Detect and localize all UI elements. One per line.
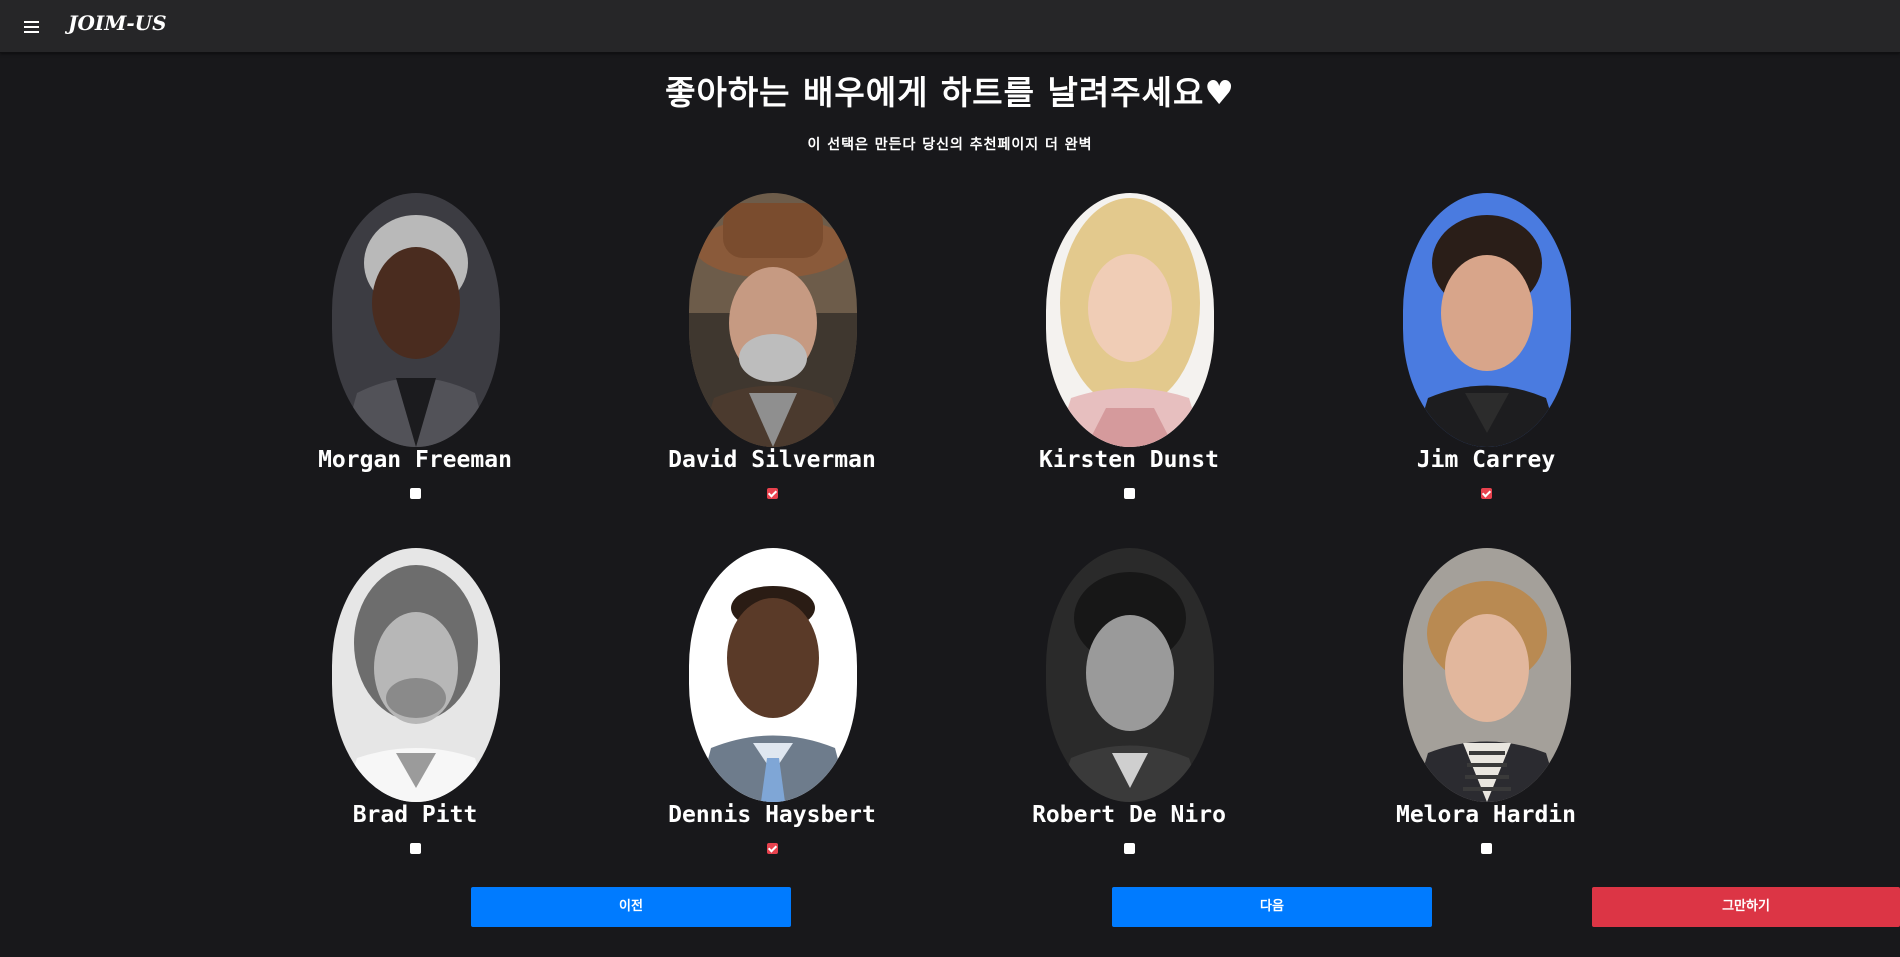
like-checkbox[interactable]	[410, 488, 421, 499]
quit-button[interactable]: 그만하기	[1592, 887, 1900, 927]
like-checkbox[interactable]	[1481, 843, 1492, 854]
actor-photo	[332, 548, 500, 802]
actor-photo	[689, 193, 857, 447]
actor-name: Dennis Haysbert	[668, 802, 876, 828]
actor-card: Dennis Haysbert	[647, 548, 897, 858]
actor-name: David Silverman	[668, 447, 876, 473]
actor-name: Kirsten Dunst	[1038, 447, 1219, 473]
like-checkbox[interactable]	[1124, 488, 1135, 499]
portrait-image	[1046, 193, 1214, 447]
page-title: 좋아하는 배우에게 하트를 날려주세요♥	[665, 73, 1235, 112]
actor-name: Robert De Niro	[1032, 802, 1226, 828]
portrait-image	[1403, 548, 1571, 802]
actor-photo	[1046, 193, 1214, 447]
like-checkbox[interactable]	[410, 843, 421, 854]
next-button[interactable]: 다음	[1112, 887, 1432, 927]
brand-logo[interactable]: JOIM-US	[68, 11, 167, 35]
actor-photo	[1046, 548, 1214, 802]
like-checkbox[interactable]	[1124, 843, 1135, 854]
actor-card: Kirsten Dunst	[1004, 193, 1254, 503]
actor-card: Robert De Niro	[1004, 548, 1254, 858]
actor-name: Brad Pitt	[352, 802, 478, 828]
like-checkbox[interactable]	[767, 488, 778, 499]
actor-name: Melora Hardin	[1395, 802, 1576, 828]
actor-card: Morgan Freeman	[290, 193, 540, 503]
portrait-image	[1046, 548, 1214, 802]
portrait-image	[689, 193, 857, 447]
actor-name: Morgan Freeman	[318, 447, 512, 473]
prev-button[interactable]: 이전	[471, 887, 791, 927]
page-subtitle: 이 선택은 만든다 당신의 추천페이지 더 완벽	[807, 137, 1093, 153]
like-checkbox[interactable]	[1481, 488, 1492, 499]
menu-line	[24, 21, 39, 23]
top-navbar: JOIM-US	[0, 0, 1900, 53]
menu-line	[24, 26, 39, 28]
menu-line	[24, 31, 39, 33]
portrait-image	[332, 193, 500, 447]
actor-card: David Silverman	[647, 193, 897, 503]
portrait-image	[689, 548, 857, 802]
hamburger-menu-icon[interactable]	[22, 17, 42, 35]
actor-photo	[1403, 193, 1571, 447]
portrait-image	[332, 548, 500, 802]
actor-photo	[332, 193, 500, 447]
actor-card: Melora Hardin	[1361, 548, 1611, 858]
actor-card: Jim Carrey	[1361, 193, 1611, 503]
actor-card: Brad Pitt	[290, 548, 540, 858]
like-checkbox[interactable]	[767, 843, 778, 854]
actor-photo	[1403, 548, 1571, 802]
actor-photo	[689, 548, 857, 802]
actor-name: Jim Carrey	[1416, 447, 1556, 473]
portrait-image	[1403, 193, 1571, 447]
